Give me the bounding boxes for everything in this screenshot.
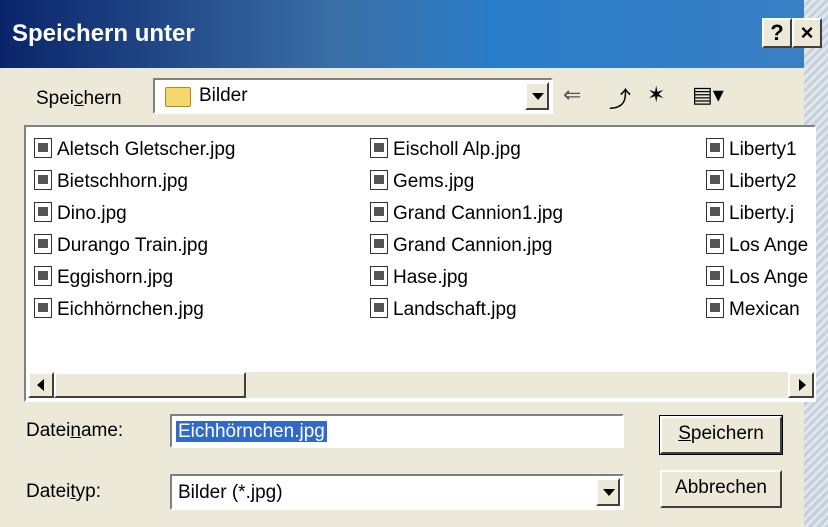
filetype-label: Dateityp: [26, 481, 101, 502]
title-bar[interactable]: Speichern unter [0, 0, 828, 68]
image-file-icon [34, 202, 52, 222]
save-button[interactable]: Speichern [659, 415, 783, 455]
image-file-icon [370, 266, 388, 286]
filename-value: Eichhörnchen.jpg [176, 421, 327, 442]
file-item[interactable]: Durango Train.jpg [34, 233, 208, 259]
scroll-left-icon[interactable] [28, 372, 54, 398]
file-item[interactable]: Eichhörnchen.jpg [34, 297, 204, 323]
file-item[interactable]: Los Ange [706, 233, 808, 259]
image-file-icon [706, 266, 724, 286]
save-in-value: Bilder [199, 85, 248, 106]
image-file-icon [34, 298, 52, 318]
image-file-icon [370, 298, 388, 318]
file-item[interactable]: Liberty2 [706, 169, 797, 195]
file-item[interactable]: Eggishorn.jpg [34, 265, 173, 291]
image-file-icon [34, 266, 52, 286]
file-item[interactable]: Grand Cannion1.jpg [370, 201, 563, 227]
file-item[interactable]: Hase.jpg [370, 265, 468, 291]
file-item[interactable]: Los Ange [706, 265, 808, 291]
file-item[interactable]: Bietschhorn.jpg [34, 169, 188, 195]
new-folder-icon[interactable]: ✶ [647, 82, 665, 108]
image-file-icon [370, 202, 388, 222]
chevron-down-icon[interactable] [525, 82, 549, 110]
filetype-value: Bilder (*.jpg) [178, 482, 283, 503]
image-file-icon [34, 234, 52, 254]
image-file-icon [370, 234, 388, 254]
image-file-icon [706, 298, 724, 318]
folder-icon [165, 87, 191, 107]
image-file-icon [706, 170, 724, 190]
save-in-label: Speichern [36, 88, 122, 109]
image-file-icon [706, 202, 724, 222]
image-file-icon [706, 138, 724, 158]
filetype-dropdown[interactable]: Bilder (*.jpg) [170, 474, 624, 510]
file-item[interactable]: Liberty1 [706, 137, 797, 163]
image-file-icon [370, 170, 388, 190]
close-button[interactable]: × [792, 18, 822, 48]
save-as-dialog: Speichern unter ? × Speichern Bilder ⇐ ⤴… [0, 0, 828, 527]
cancel-button[interactable]: Abbrechen [660, 470, 782, 508]
scroll-thumb[interactable] [54, 372, 246, 398]
image-file-icon [706, 234, 724, 254]
file-item[interactable]: Liberty.j [706, 201, 794, 227]
folder-up-icon[interactable]: ⤴ [609, 82, 631, 114]
back-icon[interactable]: ⇐ [563, 82, 581, 108]
scroll-right-icon[interactable] [788, 372, 814, 398]
filename-label: Dateiname: [26, 420, 124, 441]
image-file-icon [34, 170, 52, 190]
file-item[interactable]: Landschaft.jpg [370, 297, 517, 323]
image-file-icon [370, 138, 388, 158]
file-item[interactable]: Dino.jpg [34, 201, 127, 227]
file-item[interactable]: Aletsch Gletscher.jpg [34, 137, 235, 163]
file-item[interactable]: Gems.jpg [370, 169, 474, 195]
save-in-dropdown[interactable]: Bilder [153, 78, 553, 114]
chevron-down-icon[interactable] [596, 478, 620, 506]
help-button[interactable]: ? [762, 18, 792, 48]
file-list[interactable]: Aletsch Gletscher.jpg Bietschhorn.jpg Di… [24, 125, 816, 402]
file-item[interactable]: Mexican [706, 297, 800, 323]
horizontal-scrollbar[interactable] [28, 372, 814, 398]
view-menu-icon[interactable]: ▤▾ [692, 82, 724, 108]
image-file-icon [34, 138, 52, 158]
file-item[interactable]: Grand Cannion.jpg [370, 233, 553, 259]
filename-input[interactable]: Eichhörnchen.jpg [170, 414, 624, 448]
window-title: Speichern unter [12, 20, 195, 47]
file-item[interactable]: Eischoll Alp.jpg [370, 137, 521, 163]
